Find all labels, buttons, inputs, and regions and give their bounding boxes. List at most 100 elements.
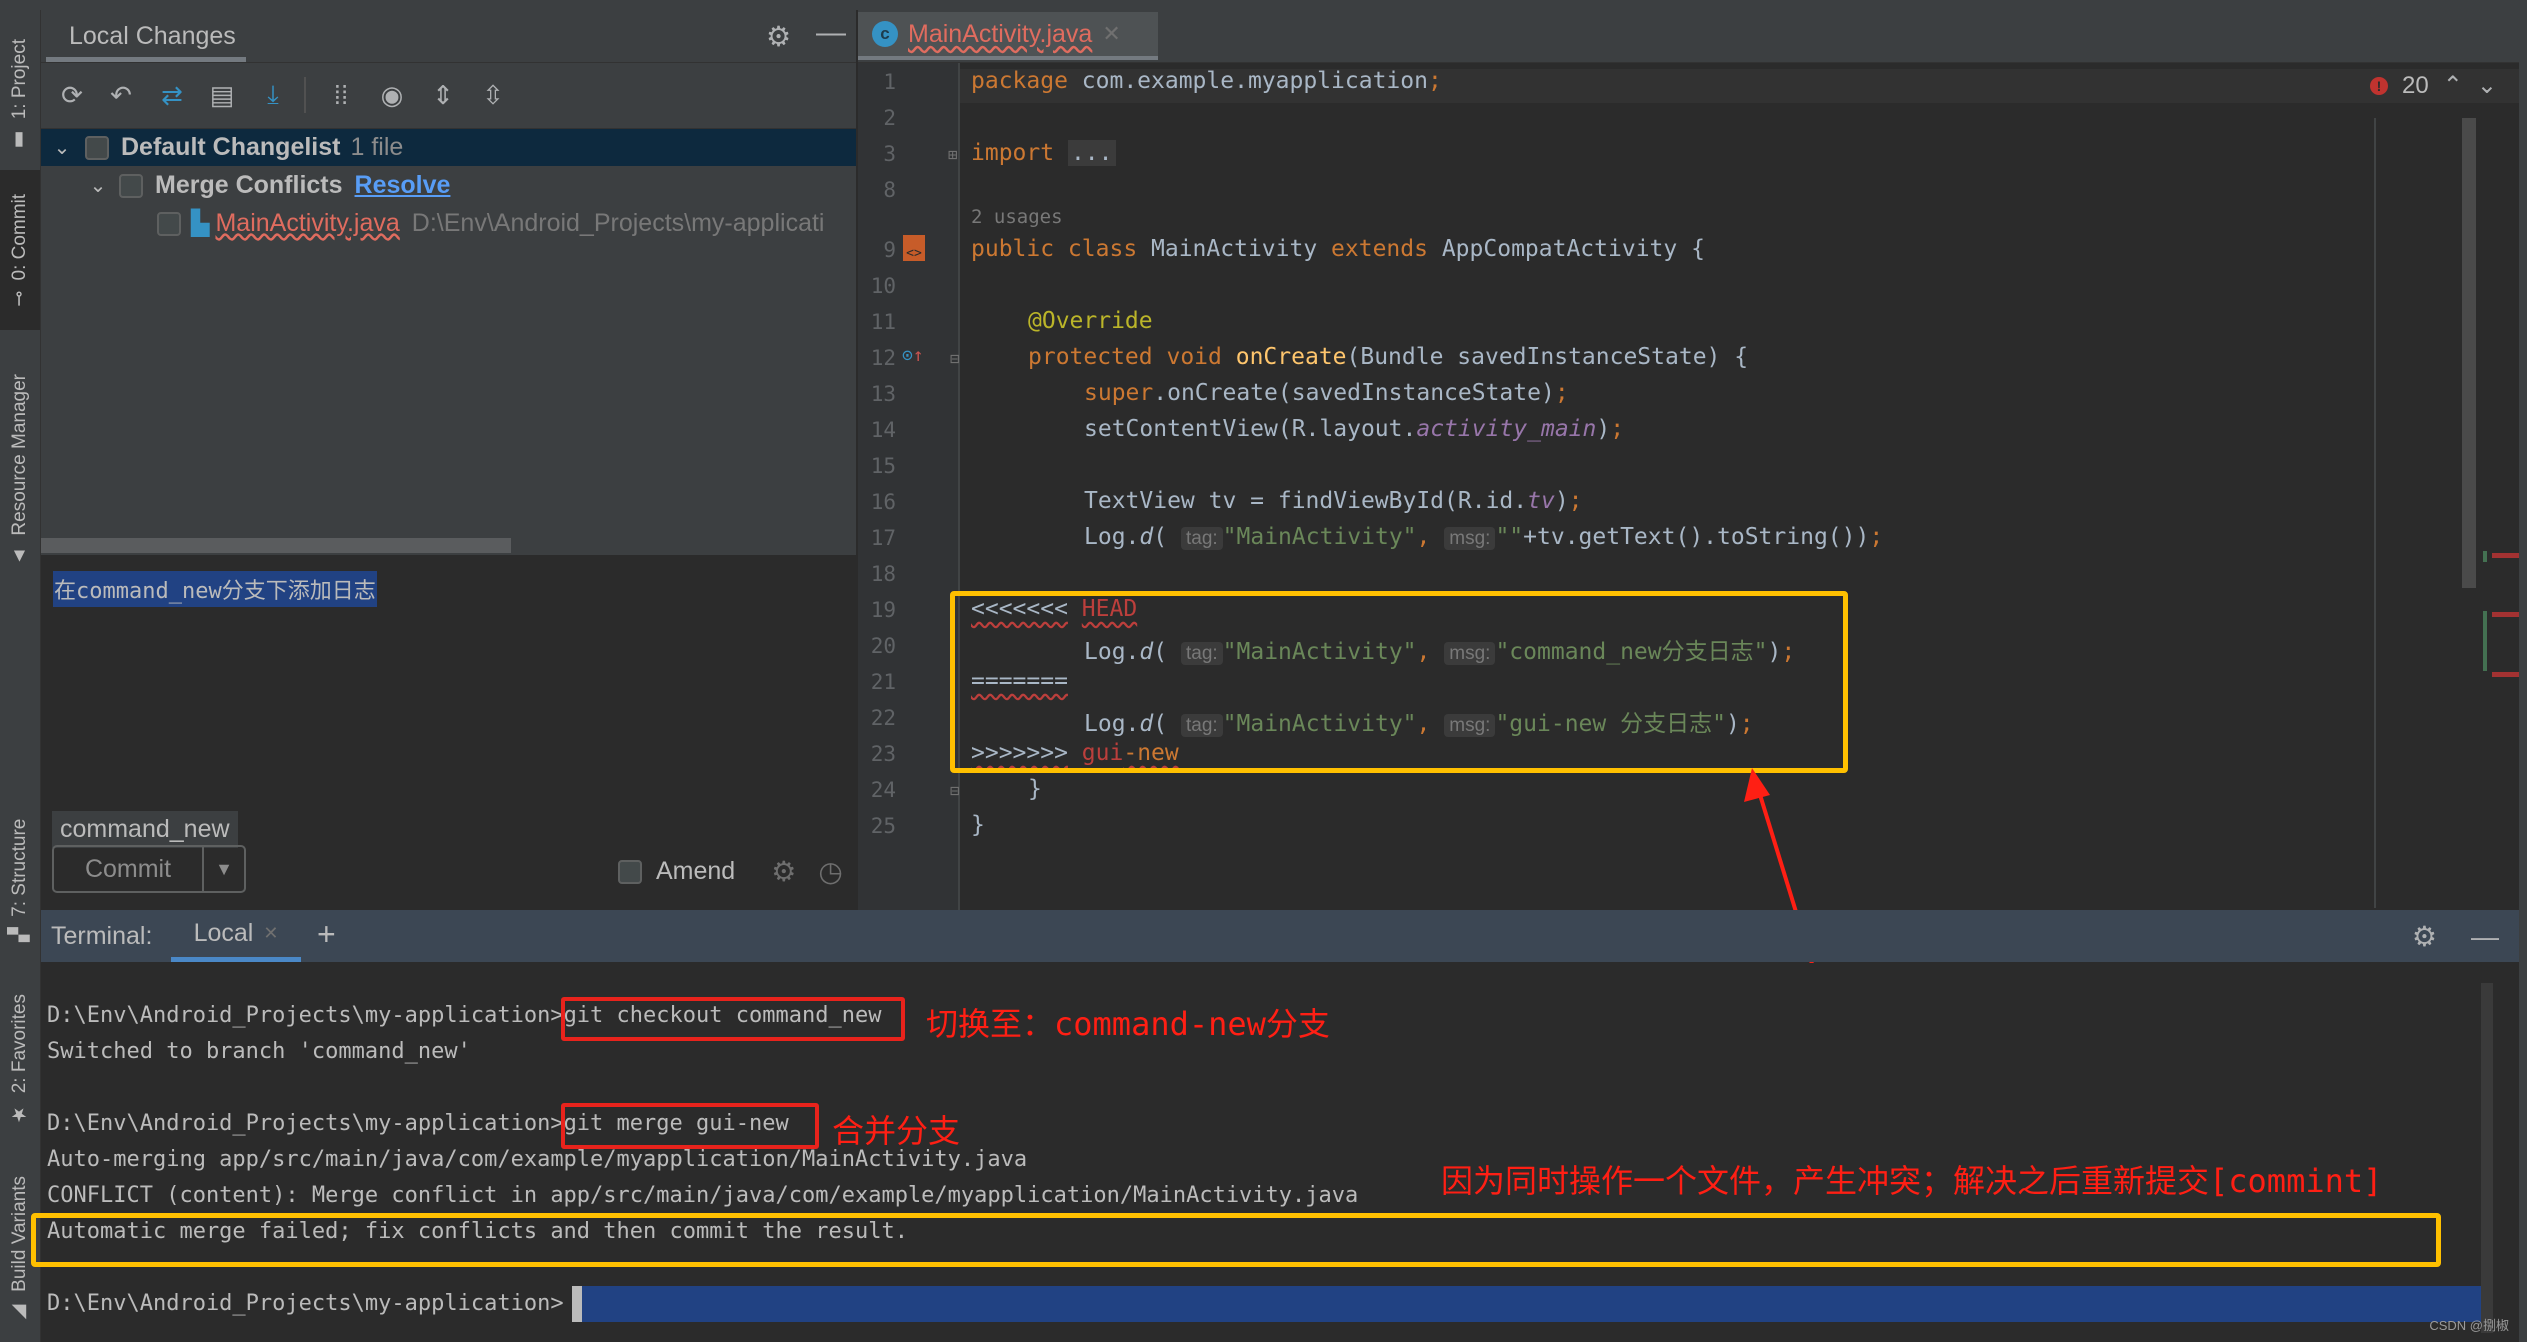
commit-message-input[interactable]: 在command_new分支下添加日志: [53, 571, 377, 607]
line-number: 19: [870, 598, 896, 622]
error-marker[interactable]: [2492, 553, 2519, 558]
error-count: 20: [2402, 71, 2429, 99]
resolve-link[interactable]: Resolve: [355, 171, 451, 200]
refresh-icon[interactable]: ⟳: [54, 77, 90, 113]
line-number: 11: [870, 310, 896, 334]
line-number: 14: [870, 418, 896, 442]
sidebar-tab-structure[interactable]: ▞ 7: Structure: [0, 800, 40, 960]
minimize-icon[interactable]: —: [816, 16, 846, 50]
error-marker[interactable]: [2492, 672, 2519, 677]
folder-icon: ▮: [9, 129, 30, 152]
terminal-line: CONFLICT (content): Merge conflict in ap…: [47, 1183, 1359, 1208]
terminal-scrollbar[interactable]: [2481, 983, 2493, 1333]
changelist-checkbox[interactable]: [85, 135, 109, 160]
collapse-all-icon[interactable]: ⇳: [475, 77, 511, 113]
merge-failed-highlight: [31, 1213, 2441, 1267]
watermark: CSDN @捌椒: [2429, 1318, 2509, 1333]
code-line-3: import ...: [971, 140, 1116, 166]
code-line-13: super.onCreate(savedInstanceState);: [1084, 380, 1569, 406]
fold-end-icon[interactable]: ⊟: [950, 781, 960, 800]
gear-icon[interactable]: ⚙: [766, 20, 791, 53]
override-method-icon[interactable]: ⊙↑: [902, 345, 924, 366]
file-checkbox[interactable]: [157, 211, 181, 236]
change-marker[interactable]: [2483, 611, 2487, 671]
merge-icon[interactable]: ⇄: [154, 77, 190, 113]
close-icon[interactable]: ✕: [1102, 21, 1120, 47]
line-number: 1: [883, 70, 896, 94]
editor-scrollbar[interactable]: [2462, 118, 2476, 588]
commit-button[interactable]: Commit: [54, 847, 204, 891]
commit-button-group: Commit ▼: [52, 845, 246, 893]
resource-manager-icon: ▲: [9, 545, 30, 567]
terminal-header: Terminal: Local ✕ + ⚙ —: [41, 910, 2519, 962]
commit-dropdown-arrow[interactable]: ▼: [204, 859, 244, 880]
line-number: 2: [883, 106, 896, 130]
terminal-input-line[interactable]: [578, 1286, 2483, 1322]
previous-error-icon[interactable]: ⌃: [2443, 71, 2463, 100]
terminal-line: Switched to branch 'command_new': [47, 1039, 471, 1064]
show-diff-icon[interactable]: ▤: [204, 77, 240, 113]
terminal-cursor: [572, 1286, 582, 1322]
new-terminal-button[interactable]: +: [317, 916, 336, 953]
line-number: 10: [870, 274, 896, 298]
android-icon: ◣: [9, 1301, 30, 1324]
class-icon: c: [872, 21, 898, 47]
fold-expand-icon[interactable]: ⊞: [948, 145, 958, 164]
error-marker[interactable]: [2492, 612, 2519, 617]
usages-hint[interactable]: 2 usages: [971, 206, 1063, 228]
change-marker[interactable]: [2483, 551, 2487, 562]
expand-all-icon[interactable]: ⇕: [425, 77, 461, 113]
folded-imports[interactable]: ...: [1067, 140, 1116, 166]
commit-icon: ⊸: [9, 290, 30, 307]
gear-icon[interactable]: ⚙: [2412, 920, 2437, 953]
editor-tab-bar: c MainActivity.java ✕: [858, 10, 2527, 63]
inspection-widget[interactable]: ! 20 ⌃ ⌄: [2370, 71, 2497, 100]
toolbar-separator: [304, 77, 306, 113]
amend-option: Amend ⚙ ◷: [618, 855, 843, 888]
close-icon[interactable]: ✕: [263, 923, 278, 944]
branch-label: command_new: [52, 811, 238, 848]
right-margin-line: [2374, 118, 2376, 908]
fold-collapse-icon[interactable]: ⊟: [950, 349, 960, 368]
code-line-9: public class MainActivity extends AppCom…: [971, 236, 1705, 262]
line-number: 16: [870, 490, 896, 514]
code-line-24: }: [1028, 776, 1042, 802]
update-icon[interactable]: ⤓: [255, 77, 291, 113]
changelist-row[interactable]: ⌄ Default Changelist 1 file: [41, 129, 856, 166]
terminal-prompt: D:\Env\Android_Projects\my-application>: [47, 1291, 564, 1316]
implemented-class-icon[interactable]: <>: [903, 235, 925, 261]
sidebar-tab-favorites[interactable]: ★ 2: Favorites: [0, 970, 40, 1150]
view-options-icon[interactable]: ◉: [374, 77, 410, 113]
history-icon[interactable]: ◷: [818, 855, 842, 888]
line-number: 9: [883, 238, 896, 262]
line-number: 13: [870, 382, 896, 406]
merge-conflicts-checkbox[interactable]: [119, 173, 143, 198]
rollback-icon[interactable]: ↶: [103, 77, 139, 113]
chevron-down-icon[interactable]: ⌄: [83, 173, 113, 198]
gear-icon[interactable]: ⚙: [771, 855, 796, 888]
next-error-icon[interactable]: ⌄: [2477, 71, 2497, 100]
top-strip: [0, 0, 2527, 10]
editor-tab-mainactivity[interactable]: c MainActivity.java ✕: [858, 12, 1158, 60]
left-tool-stripe: ▮ 1: Project ⊸ 0: Commit ▲ Resource Manager…: [0, 10, 41, 1342]
code-line-14: setContentView(R.layout.activity_main);: [1084, 416, 1625, 442]
sidebar-tab-commit[interactable]: ⊸ 0: Commit: [0, 170, 40, 330]
horizontal-scrollbar[interactable]: [41, 538, 511, 553]
terminal-output[interactable]: D:\Env\Android_Projects\my-application>g…: [31, 963, 2519, 1342]
sidebar-tab-resource-manager[interactable]: ▲ Resource Manager: [0, 350, 40, 590]
chevron-down-icon[interactable]: ⌄: [47, 135, 77, 160]
code-editor[interactable]: 1 2 3 8 9 10 11 12 13 14 15 16 17 18 19 …: [858, 63, 2527, 910]
terminal-tab-local[interactable]: Local ✕: [171, 910, 301, 962]
minimize-icon[interactable]: —: [2471, 921, 2499, 953]
merge-conflicts-row[interactable]: ⌄ Merge Conflicts Resolve: [41, 167, 856, 204]
local-changes-tab[interactable]: Local Changes: [69, 22, 236, 51]
file-row[interactable]: ▙ MainActivity.java D:\Env\Android_Proje…: [41, 205, 856, 242]
amend-checkbox[interactable]: [618, 859, 642, 884]
checkout-command-highlight: [561, 997, 905, 1041]
line-number: 20: [870, 634, 896, 658]
commit-message-area[interactable]: 在command_new分支下添加日志 command_new Commit ▼…: [41, 555, 856, 910]
line-number: 18: [870, 562, 896, 586]
sidebar-tab-project[interactable]: ▮ 1: Project: [0, 20, 40, 170]
group-by-icon[interactable]: ⁞⁞: [323, 77, 359, 113]
code-line-16: TextView tv = findViewById(R.id.tv);: [1084, 488, 1583, 514]
